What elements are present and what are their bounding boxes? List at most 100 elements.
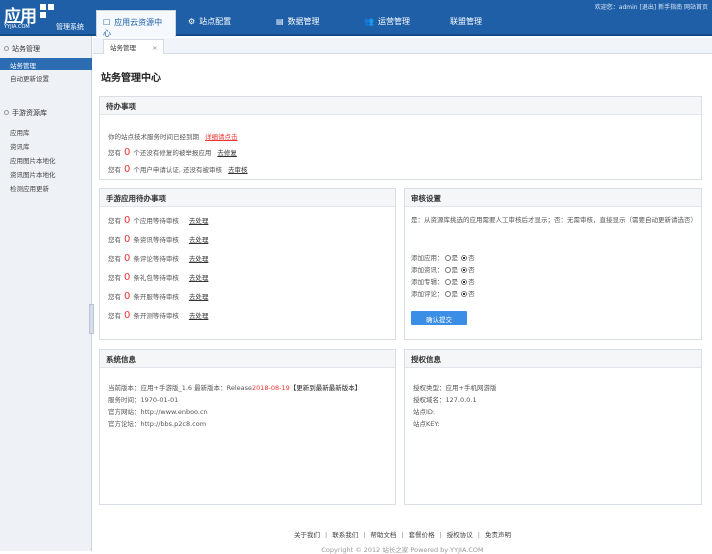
official-site: 官方网站：http://www.enboo.cn [108,408,208,416]
page-title: 站务管理中心 [101,73,161,84]
todo-panel: 待办事项 你的站点技术服务时间已经到期 详细请点击 您有 0 个还没有修复的被举报应用… [99,96,702,180]
license-domain: 授权域名：127.0.0.1 [413,396,477,404]
site-id: 站点ID: [413,408,436,416]
todo-line-service: 你的站点技术服务时间已经到期 详细请点击 [108,133,238,141]
mobile-todo-panel: 手游应用待办事项 您有 0 个应用等待审核 去处理 您有 0 条资讯等待审核 去处理 您有 0 条评… [99,188,396,340]
license-info-panel: 授权信息 授权类型：应用+手机网游版 授权域名：127.0.0.1 站点ID: … [404,349,702,505]
collapse-icon [4,46,9,51]
footer-link[interactable]: 帮助文档 [370,531,396,539]
count-value: 0 [124,253,131,264]
copyright: Copyright © 2012 站长之家 Powered by YYJIA.C… [321,546,484,554]
audit-setting-row: 添加专辑：是 否 [411,278,475,286]
audit-setting-row: 添加评论：是 否 [411,290,475,298]
mobile-todo-row: 您有 0 个应用等待审核 去处理 [108,215,209,226]
radio-no[interactable] [461,291,468,297]
panel-title: 审核设置 [405,189,701,207]
fix-link[interactable]: 去修复 [217,149,237,157]
nav-tab-site-config[interactable]: ⚙ 站点配置 [182,10,252,36]
separator: | [363,531,366,539]
nav-tab-cloud-center[interactable]: ☐ 应用云资源中心 [96,10,176,38]
count-value: 0 [124,215,131,226]
list-icon: ▤ [276,17,284,26]
count-value: 0 [124,147,131,158]
sidebar-group-site[interactable]: 站务管理 [0,40,92,56]
sidebar-item-news-images[interactable]: 资讯图片本地化 [0,167,92,179]
count-value: 0 [124,234,131,245]
radio-no[interactable] [461,267,468,273]
sidebar-item-app-library[interactable]: 应用库 [0,125,92,137]
service-time: 服务时间：1970-01-01 [108,396,179,404]
radio-yes[interactable] [444,291,451,297]
footer-link[interactable]: 授权协议 [447,531,473,539]
sidebar-item-auto-update[interactable]: 自动更新设置 [0,71,92,83]
nav-tab-data-management[interactable]: ▤ 数据管理 [270,10,340,36]
process-link[interactable]: 去处理 [189,312,209,320]
sidebar-item-app-images[interactable]: 应用图片本地化 [0,153,92,165]
process-link[interactable]: 去处理 [189,274,209,282]
process-link[interactable]: 去处理 [189,217,209,225]
sidebar: 站务管理 站务管理 自动更新设置 手游资源库 应用库 资讯库 应用图片本地化 资… [0,36,94,551]
process-link[interactable]: 去处理 [189,293,209,301]
separator: | [324,531,328,539]
separator: | [477,531,480,539]
radio-no[interactable] [461,255,468,261]
footer-link[interactable]: 套餐价格 [409,531,435,539]
confirm-submit-button[interactable]: 确认提交 [411,311,467,325]
separator: | [401,531,404,539]
panel-title: 手游应用待办事项 [100,189,395,207]
count-value: 0 [124,272,131,283]
separator: | [439,531,442,539]
mobile-todo-row: 您有 0 条资讯等待审核 去处理 [108,234,209,245]
process-link[interactable]: 去处理 [189,236,209,244]
tab-site-management[interactable]: 站务管理 × [103,39,165,54]
radio-yes[interactable] [444,279,451,285]
logo-squares-icon [40,4,56,18]
sidebar-item-site-management[interactable]: 站务管理 [0,58,92,70]
close-icon[interactable]: × [152,44,157,52]
logo-domain: YYJIA.COM [4,24,30,30]
footer-link[interactable]: 联系我们 [332,531,358,539]
main-content: 站务管理中心 待办事项 你的站点技术服务时间已经到期 详细请点击 您有 0 个还没有修… [93,55,712,554]
footer-links: 关于我们 | 联系我们 | 帮助文档 | 套餐价格 | 授权协议 | 免责声明 [93,529,712,539]
footer-link[interactable]: 关于我们 [294,531,320,539]
sidebar-item-check-updates[interactable]: 检测应用更新 [0,181,92,193]
logo-system-label: 管理系统 [56,23,84,31]
update-link[interactable]: 【更新到最新最新版本】 [290,384,362,392]
sidebar-group-resources[interactable]: 手游资源库 [0,104,92,120]
audit-settings-panel: 审核设置 是：从资源库挑选的应用需要人工审核后才显示；否：无需审核，直接显示（需… [404,188,702,340]
process-link[interactable]: 去处理 [189,255,209,263]
mobile-todo-row: 您有 0 条礼包等待审核 去处理 [108,272,209,283]
count-value: 0 [124,164,131,175]
collapse-icon [4,110,9,115]
tab-bar: 站务管理 × [93,38,712,54]
license-type: 授权类型：应用+手机网游版 [413,384,497,392]
audit-description: 是：从资源库挑选的应用需要人工审核后才显示；否：无需审核，直接显示（需要自动更新… [411,216,697,224]
version-info: 当前版本：应用+手游版_1.6 最新版本：Release2018-08-19【更… [108,384,362,392]
system-info-panel: 系统信息 当前版本：应用+手游版_1.6 最新版本：Release2018-08… [99,349,396,505]
radio-yes[interactable] [444,255,451,261]
mobile-todo-row: 您有 0 条开测等待审核 去处理 [108,310,209,321]
sidebar-item-news-library[interactable]: 资讯库 [0,139,92,151]
radio-yes[interactable] [444,267,451,273]
radio-no[interactable] [461,279,468,285]
official-forum: 官方论坛：http://bbs.p2c8.com [108,420,207,428]
mobile-todo-row: 您有 0 条开服等待审核 去处理 [108,291,209,302]
window-icon: ☐ [103,18,111,27]
logo: 应用 YYJIA.COM 管理系统 [0,0,92,36]
count-value: 0 [124,310,131,321]
footer-link[interactable]: 免责声明 [485,531,511,539]
users-icon: 👥 [364,17,374,26]
nav-tab-alliance[interactable]: 联盟管理 [444,10,514,36]
todo-line-reports: 您有 0 个还没有修复的被举报应用 去修复 [108,147,237,158]
audit-setting-row: 添加应用：是 否 [411,254,475,262]
review-link[interactable]: 去审核 [228,166,248,174]
mobile-todo-row: 您有 0 条评论等待审核 去处理 [108,253,209,264]
top-header: 应用 YYJIA.COM 管理系统 ☐ 应用云资源中心 ⚙ 站点配置 ▤ 数据管理 👥… [0,0,712,38]
count-value: 0 [124,291,131,302]
details-link[interactable]: 详细请点击 [205,133,238,141]
nav-tab-operations[interactable]: 👥 运营管理 [358,10,428,36]
audit-setting-row: 添加资讯：是 否 [411,266,475,274]
gear-icon: ⚙ [188,17,196,26]
site-key: 站点KEY: [413,420,440,428]
todo-line-auth: 您有 0 个用户申请认证, 还没有被审核 去审核 [108,164,248,175]
